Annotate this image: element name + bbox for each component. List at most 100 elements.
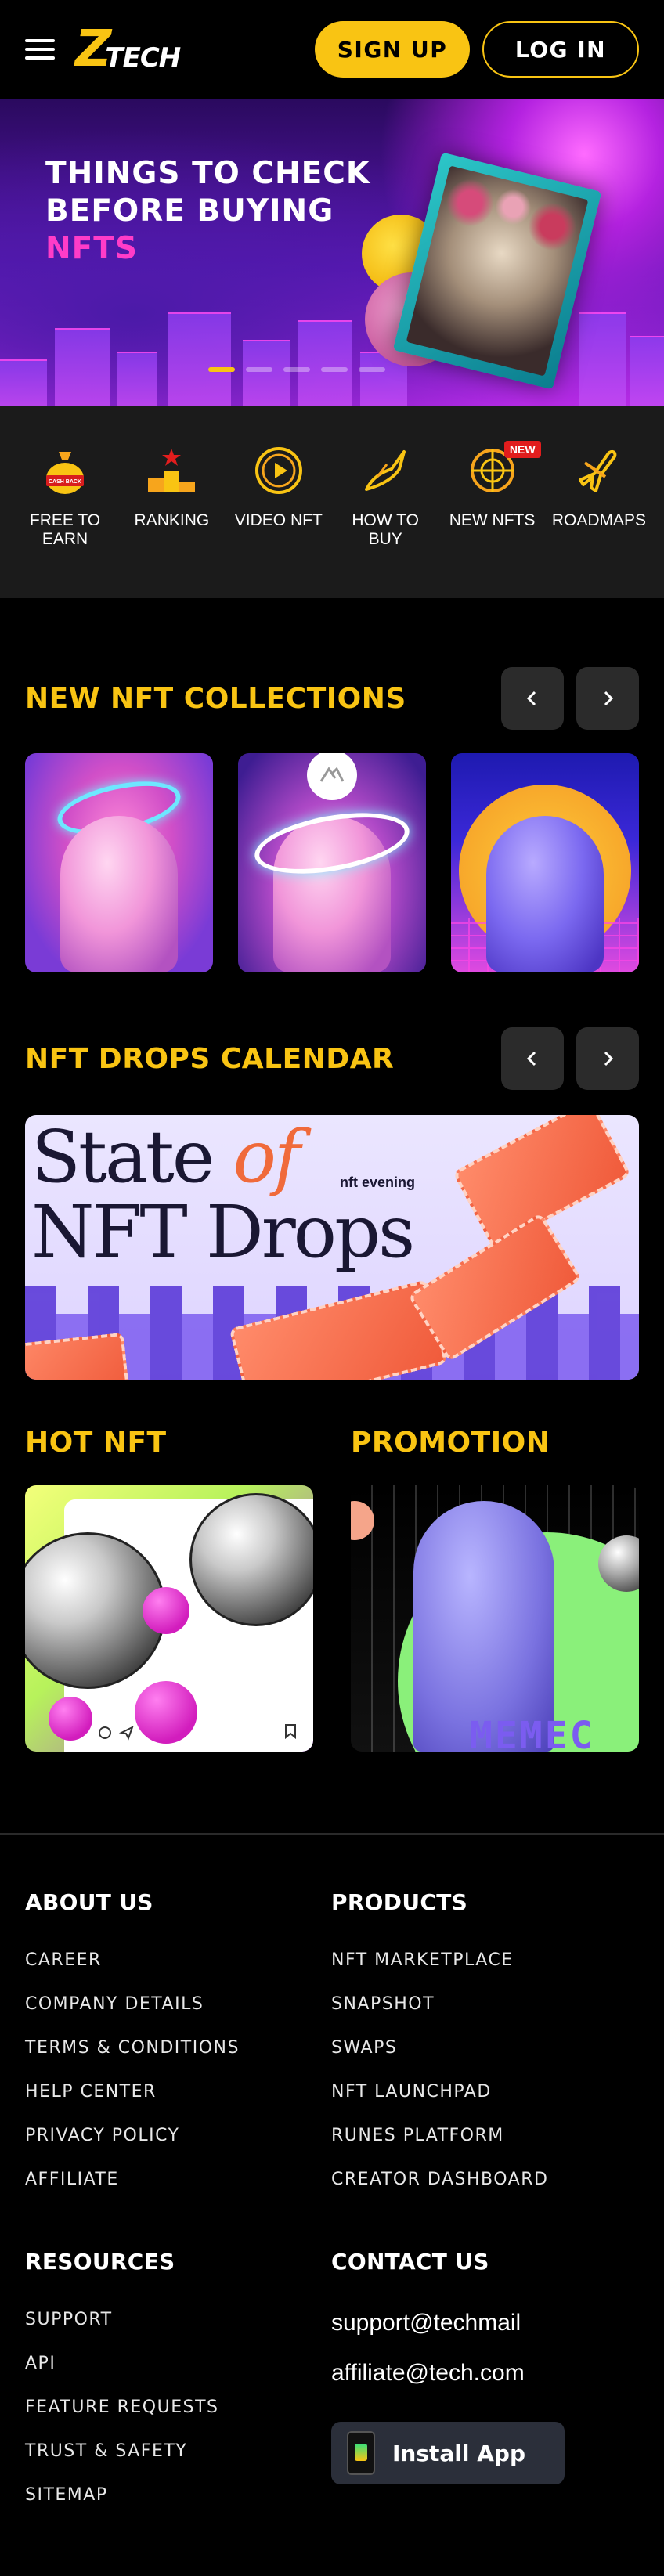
log-in-button[interactable]: LOG IN	[482, 21, 639, 78]
footer-link-affiliate[interactable]: AFFILIATE	[25, 2158, 331, 2202]
carousel-dot-4[interactable]	[321, 367, 348, 372]
collection-card[interactable]	[25, 753, 213, 972]
category-how-to-buy[interactable]: HOW TO BUY	[336, 446, 435, 598]
footer-link-support[interactable]: SUPPORT	[25, 2298, 331, 2342]
section-title: NEW NFT COLLECTIONS	[25, 682, 406, 715]
footer-products: PRODUCTS NFT MARKETPLACE SNAPSHOT SWAPS …	[331, 1889, 637, 2202]
next-arrow-button[interactable]	[576, 667, 639, 730]
bookmark-icon	[285, 1724, 296, 1739]
install-app-button[interactable]: Install App	[331, 2422, 565, 2484]
hero-title-line2: BEFORE BUYING	[45, 193, 334, 229]
hero-banner[interactable]: THINGS TO CHECK BEFORE BUYING NFTS	[0, 99, 664, 406]
hot-and-promotion-section: HOT NFT PROMOTION MEMEC	[0, 1427, 664, 1752]
sign-up-button[interactable]: SIGN UP	[315, 21, 470, 78]
airplane-icon	[574, 446, 624, 496]
cashback-bag-icon: CASH BACK	[40, 446, 90, 496]
category-label: RANKING	[134, 511, 210, 529]
footer-link-swaps[interactable]: SWAPS	[331, 2026, 637, 2070]
collections-carousel	[0, 753, 664, 972]
chevron-right-icon	[604, 691, 614, 706]
section-header: NEW NFT COLLECTIONS	[0, 667, 664, 730]
carousel-dot-1[interactable]	[208, 367, 235, 372]
section-header: NFT DROPS CALENDAR	[0, 1027, 664, 1090]
category-nav: CASH BACK FREE TO EARN RANKING VIDEO NFT	[0, 406, 664, 598]
play-circle-icon	[254, 446, 304, 496]
statue-bust-image	[486, 816, 604, 972]
phone-icon	[347, 2431, 375, 2475]
hero-title-line3: NFTS	[45, 231, 138, 266]
promotion-banner-text: MEMEC	[470, 1714, 595, 1752]
category-label: ROADMAPS	[551, 511, 647, 529]
category-roadmaps[interactable]: ROADMAPS	[550, 446, 648, 598]
footer-link-snapshot[interactable]: SNAPSHOT	[331, 1983, 637, 2026]
promotion-card[interactable]: MEMEC	[351, 1485, 639, 1752]
banner-brand: nft evening	[340, 1174, 416, 1190]
carousel-arrows	[501, 667, 639, 730]
hot-nft-title: HOT NFT	[25, 1427, 167, 1459]
chevron-left-icon	[526, 691, 536, 706]
footer-about-us: ABOUT US CAREER COMPANY DETAILS TERMS & …	[25, 1889, 331, 2202]
category-label: NEW NFTS	[449, 511, 536, 529]
site-logo[interactable]: Z TECH	[75, 18, 181, 81]
footer-link-help-center[interactable]: HELP CENTER	[25, 2070, 331, 2114]
category-video-nft[interactable]: VIDEO NFT	[229, 446, 328, 598]
hot-nft-card[interactable]	[25, 1485, 313, 1752]
collection-card[interactable]	[238, 753, 426, 972]
heart-icon	[135, 1681, 197, 1744]
send-icon	[119, 1725, 134, 1741]
hot-nft-column: HOT NFT	[25, 1427, 313, 1752]
previous-arrow-button[interactable]	[501, 1027, 564, 1090]
nft-drops-banner[interactable]: State of NFT Drops nft evening	[25, 1115, 639, 1380]
support-email-link[interactable]: support@techmail	[331, 2298, 637, 2348]
category-label: HOW TO BUY	[352, 511, 419, 548]
footer-link-terms[interactable]: TERMS & CONDITIONS	[25, 2026, 331, 2070]
hand-coin-icon	[360, 446, 410, 496]
hero-title: THINGS TO CHECK BEFORE BUYING NFTS	[45, 155, 370, 268]
category-new-nfts[interactable]: NEW NEW NFTS	[443, 441, 542, 598]
category-ranking[interactable]: RANKING	[122, 446, 221, 598]
footer-link-sitemap[interactable]: SITEMAP	[25, 2473, 331, 2517]
footer-link-creator-dashboard[interactable]: CREATOR DASHBOARD	[331, 2158, 637, 2202]
globe-target-icon: NEW	[467, 441, 541, 496]
comment-icon	[99, 1726, 111, 1739]
previous-arrow-button[interactable]	[501, 667, 564, 730]
carousel-arrows	[501, 1027, 639, 1090]
hamburger-menu-icon[interactable]	[25, 39, 55, 60]
install-app-label: Install App	[392, 2440, 525, 2466]
carousel-dot-3[interactable]	[283, 367, 310, 372]
svg-text:CASH BACK: CASH BACK	[49, 479, 81, 485]
frog-coin-image	[189, 1493, 313, 1626]
category-label: VIDEO NFT	[234, 511, 323, 529]
carousel-dot-2[interactable]	[246, 367, 272, 372]
footer-link-nft-launchpad[interactable]: NFT LAUNCHPAD	[331, 2070, 637, 2114]
footer-heading: PRODUCTS	[331, 1889, 468, 1915]
footer-link-trust-safety[interactable]: TRUST & SAFETY	[25, 2430, 331, 2473]
banner-headline-line1: State of	[31, 1115, 301, 1199]
new-nft-collections-section: NEW NFT COLLECTIONS	[0, 667, 664, 972]
chevron-right-icon	[604, 1051, 614, 1066]
footer-link-career[interactable]: CAREER	[25, 1939, 331, 1983]
footer-link-privacy-policy[interactable]: PRIVACY POLICY	[25, 2114, 331, 2158]
footer-link-runes-platform[interactable]: RUNES PLATFORM	[331, 2114, 637, 2158]
footer-link-api[interactable]: API	[25, 2342, 331, 2386]
ranking-podium-icon	[146, 446, 197, 496]
carousel-dot-5[interactable]	[359, 367, 385, 372]
section-title: NFT DROPS CALENDAR	[25, 1042, 395, 1075]
statue-bust-image	[60, 816, 178, 972]
affiliate-email-link[interactable]: affiliate@tech.com	[331, 2348, 637, 2398]
footer-link-nft-marketplace[interactable]: NFT MARKETPLACE	[331, 1939, 637, 1983]
promotion-title: PROMOTION	[351, 1427, 550, 1459]
next-arrow-button[interactable]	[576, 1027, 639, 1090]
footer-link-company-details[interactable]: COMPANY DETAILS	[25, 1983, 331, 2026]
footer-heading: ABOUT US	[25, 1889, 153, 1915]
footer-contact-us: CONTACT US support@techmail affiliate@te…	[331, 2249, 637, 2517]
logo-text: TECH	[105, 42, 181, 74]
category-free-to-earn[interactable]: CASH BACK FREE TO EARN	[16, 446, 114, 598]
chevron-left-icon	[526, 1051, 536, 1066]
footer-heading: RESOURCES	[25, 2249, 175, 2275]
footer-link-feature-requests[interactable]: FEATURE REQUESTS	[25, 2386, 331, 2430]
collection-card[interactable]	[451, 753, 639, 972]
hero-title-line1: THINGS TO CHECK	[45, 156, 371, 191]
nft-drops-calendar-section: NFT DROPS CALENDAR State of NFT Drops nf…	[0, 1027, 664, 1380]
site-footer: ABOUT US CAREER COMPANY DETAILS TERMS & …	[0, 1833, 664, 2564]
